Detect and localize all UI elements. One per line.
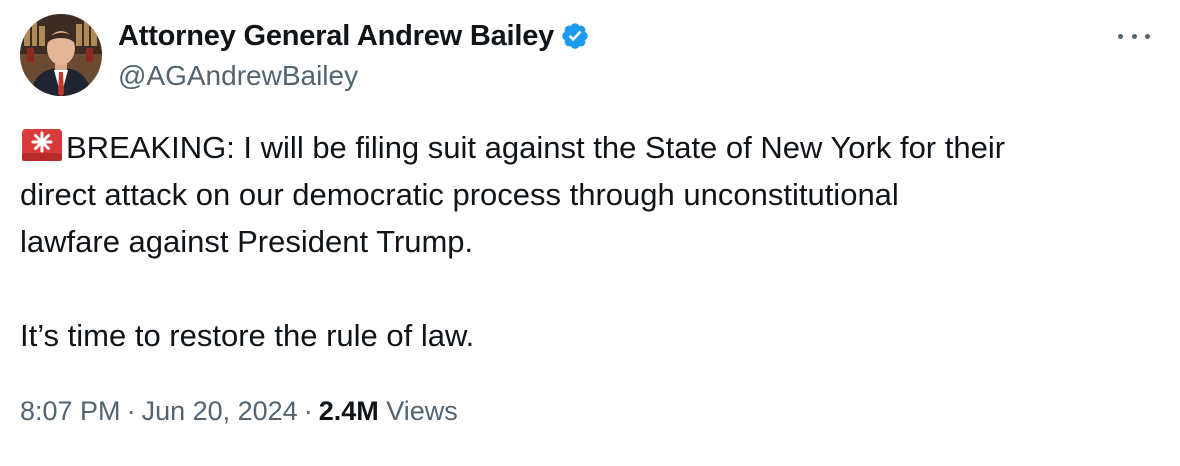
meta-separator: · <box>303 396 313 426</box>
tweet-date[interactable]: Jun 20, 2024 <box>142 396 298 426</box>
avatar-image <box>20 14 102 96</box>
author-handle[interactable]: @AGAndrewBailey <box>118 60 590 92</box>
author-name-row: Attorney General Andrew Bailey <box>118 18 590 54</box>
tweet-line-1: BREAKING: I will be filing suit against … <box>20 124 1150 171</box>
more-options-icon[interactable] <box>1118 28 1150 44</box>
tweet-line-3: lawfare against President Trump. <box>20 224 474 259</box>
tweet-card: Attorney General Andrew Bailey @AGAndrew… <box>0 0 1180 466</box>
views-count[interactable]: 2.4M <box>319 396 379 426</box>
police-light-icon <box>20 127 64 163</box>
avatar[interactable] <box>20 14 102 96</box>
tweet-line-1-text: BREAKING: I will be filing suit against … <box>66 130 1006 165</box>
author-display-name[interactable]: Attorney General Andrew Bailey <box>118 20 554 53</box>
author-info: Attorney General Andrew Bailey @AGAndrew… <box>118 18 590 92</box>
views-label[interactable]: Views <box>386 396 458 426</box>
tweet-line-2: direct attack on our democratic process … <box>20 177 899 212</box>
verified-badge-icon[interactable] <box>560 21 590 51</box>
tweet-meta: 8:07 PM · Jun 20, 2024 · 2.4M Views <box>20 396 458 427</box>
tweet-text: BREAKING: I will be filing suit against … <box>20 124 1150 359</box>
meta-separator: · <box>126 396 136 426</box>
tweet-time[interactable]: 8:07 PM <box>20 396 121 426</box>
tweet-line-4: It’s time to restore the rule of law. <box>20 318 475 353</box>
